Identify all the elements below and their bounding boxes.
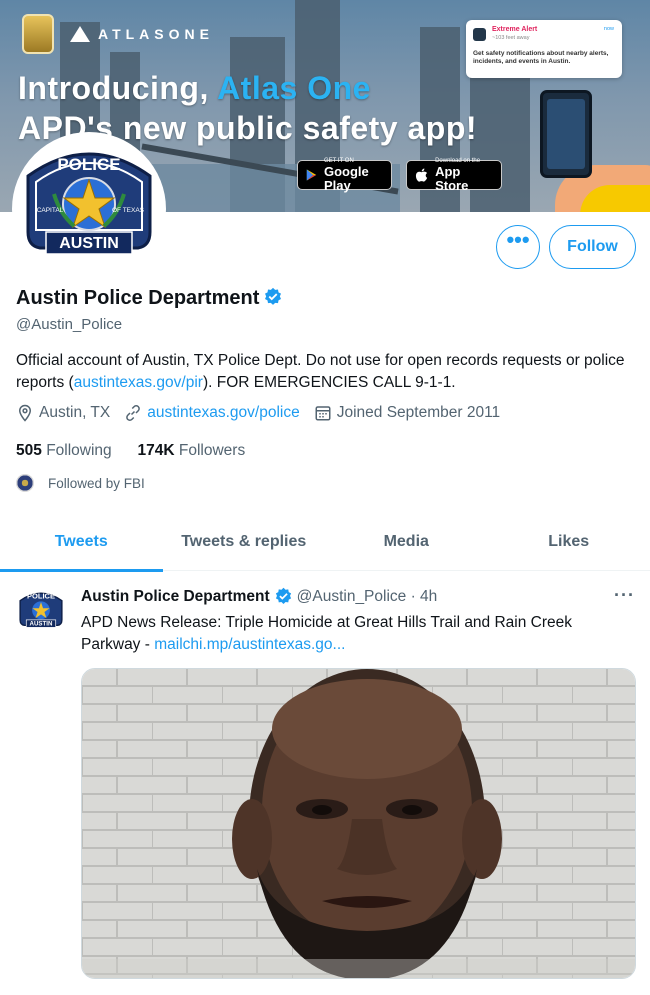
- tweet[interactable]: POLICE AUSTIN Austin Police Department @…: [0, 571, 650, 995]
- profile-name: Austin Police Department: [16, 287, 283, 310]
- tweet-handle-time[interactable]: @Austin_Police · 4h: [297, 588, 438, 606]
- location-text: Austin, TX: [39, 404, 111, 421]
- profile-avatar[interactable]: POLICE CAPITAL OF TEXAS AUSTIN: [12, 132, 166, 286]
- profile-tabs: Tweets Tweets & replies Media Likes: [0, 518, 650, 572]
- followers-count: 174K: [137, 442, 175, 459]
- app-store-large: App Store: [435, 163, 469, 193]
- banner-headline-1: Introducing, Atlas One: [18, 70, 371, 107]
- patch-top-text: POLICE: [27, 592, 55, 601]
- tab-tweets-replies-label: Tweets & replies: [181, 533, 307, 550]
- patch-bottom-text: AUSTIN: [30, 621, 53, 628]
- joined-text: Joined September 2011: [336, 404, 501, 421]
- tab-media[interactable]: Media: [325, 518, 488, 570]
- police-badge-icon: [22, 14, 54, 54]
- following-label: Following: [46, 442, 112, 459]
- verified-badge-icon: [275, 587, 291, 604]
- location-pin-icon: [18, 404, 32, 422]
- patch-top-text: POLICE: [57, 155, 120, 174]
- tab-likes-label: Likes: [548, 533, 590, 550]
- atlas-logo-icon: [70, 26, 90, 42]
- profile-handle: @Austin_Police: [16, 316, 123, 333]
- profile-bio: Official account of Austin, TX Police De…: [16, 350, 636, 394]
- followed-by-text: Followed by FBI: [48, 475, 145, 491]
- location-item: Austin, TX: [16, 404, 110, 422]
- alert-time: now: [603, 26, 614, 32]
- profile-meta: Austin, TX austintexas.gov/police Joined…: [16, 404, 514, 422]
- bio-text-2: ). FOR EMERGENCIES CALL 9-1-1.: [202, 374, 456, 391]
- alert-body: Get safety notifications about nearby al…: [473, 50, 609, 65]
- alert-distance: ~103 feet away: [492, 35, 530, 41]
- tab-tweets-replies[interactable]: Tweets & replies: [163, 518, 326, 570]
- joined-item: Joined September 2011: [314, 404, 500, 422]
- google-play-large: Google Play: [324, 163, 369, 193]
- phone-screen: [547, 99, 585, 169]
- calendar-icon: [315, 406, 331, 421]
- followers-stat[interactable]: 174K Followers: [138, 442, 246, 459]
- tab-tweets-label: Tweets: [54, 533, 108, 550]
- headline-highlight: Atlas One: [217, 70, 371, 106]
- follow-button[interactable]: Follow: [549, 225, 636, 269]
- tweet-link[interactable]: mailchi.mp/austintexas.go...: [154, 636, 345, 653]
- link-icon: [126, 405, 141, 421]
- tweet-media-photo[interactable]: [81, 668, 636, 979]
- alert-notification-card: Extreme Alert ~103 feet away now Get saf…: [466, 20, 622, 78]
- profile-name-text: Austin Police Department: [16, 287, 260, 309]
- google-play-text: GET IT ON Google Play: [324, 158, 383, 193]
- app-store-text: Download on the App Store: [435, 158, 493, 193]
- verified-badge-icon: [265, 287, 282, 305]
- apple-icon: [415, 168, 428, 182]
- google-play-badge: GET IT ON Google Play: [297, 158, 392, 193]
- profile-stats: 505 Following 174K Followers: [16, 442, 245, 460]
- patch-right-text: OF TEXAS: [112, 207, 145, 214]
- google-play-icon: [306, 169, 317, 181]
- website-item: austintexas.gov/police: [124, 404, 300, 422]
- app-store-badge: Download on the App Store: [406, 158, 502, 193]
- headline-prefix: Introducing,: [18, 70, 218, 106]
- phone-illustration: [540, 90, 592, 178]
- website-link[interactable]: austintexas.gov/police: [147, 404, 300, 422]
- tab-tweets[interactable]: Tweets: [0, 518, 163, 572]
- followers-label: Followers: [178, 442, 246, 459]
- bio-pir-link[interactable]: austintexas.gov/pir: [74, 374, 203, 391]
- following-count: 505: [16, 442, 42, 459]
- austin-police-patch-icon: POLICE CAPITAL OF TEXAS AUSTIN: [26, 152, 152, 255]
- tab-media-label: Media: [383, 533, 429, 550]
- fbi-avatar-icon: [16, 474, 34, 492]
- alert-title: Extreme Alert: [492, 26, 538, 33]
- mugshot-photo: [82, 669, 635, 978]
- more-options-button[interactable]: •••: [496, 225, 540, 269]
- patch-bottom-text: AUSTIN: [59, 235, 119, 252]
- austin-police-patch-icon: POLICE AUSTIN: [19, 592, 63, 628]
- tweet-text: APD News Release: Triple Homicide at Gre…: [81, 612, 621, 656]
- patch-left-text: CAPITAL: [37, 207, 64, 214]
- tweet-more-button[interactable]: ···: [614, 585, 635, 606]
- tab-likes[interactable]: Likes: [488, 518, 650, 570]
- tweet-author-name[interactable]: Austin Police Department: [81, 588, 270, 606]
- followed-by-row[interactable]: Followed by FBI: [16, 474, 145, 492]
- tweet-author-avatar[interactable]: POLICE AUSTIN: [16, 587, 66, 637]
- following-stat[interactable]: 505 Following: [16, 442, 112, 459]
- alert-app-icon: [473, 28, 486, 41]
- banner-brand: ATLASONE: [70, 26, 214, 42]
- tweet-header: Austin Police Department @Austin_Police …: [81, 587, 437, 606]
- banner-brand-text: ATLASONE: [98, 26, 214, 42]
